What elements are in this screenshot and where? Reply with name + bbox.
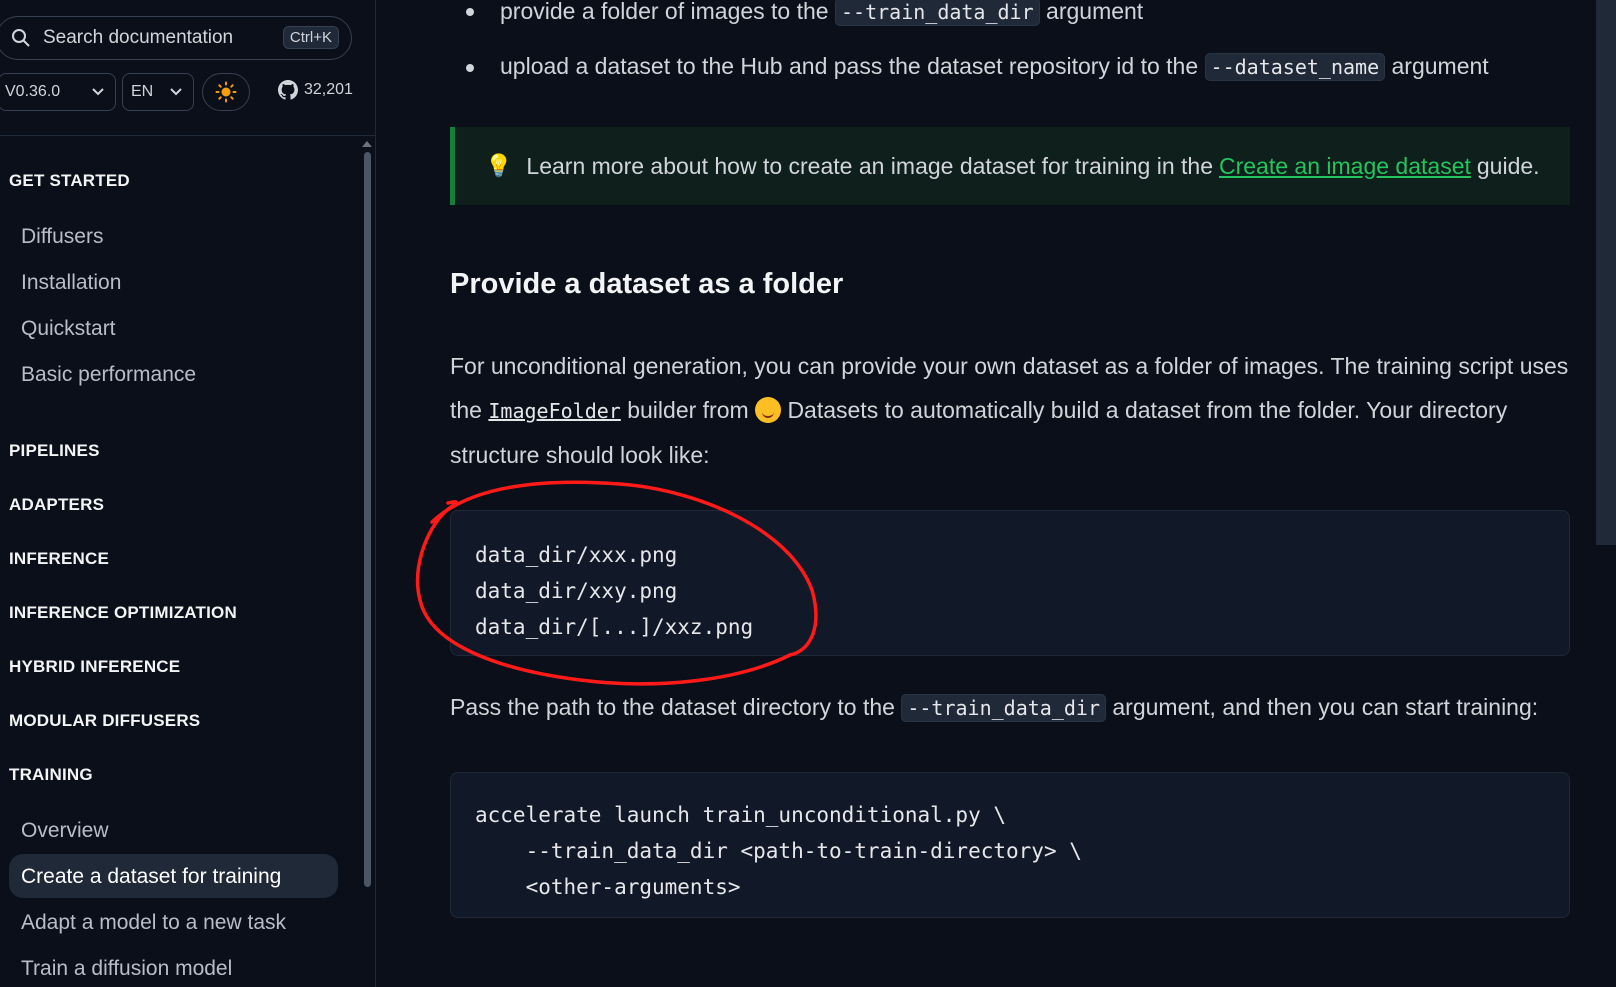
tip-callout: 💡 Learn more about how to create an imag… bbox=[450, 127, 1570, 205]
sidebar-item-basic-performance[interactable]: Basic performance bbox=[21, 363, 196, 387]
tip-text: Learn more about how to create an image … bbox=[526, 152, 1213, 179]
inline-code: --dataset_name bbox=[1204, 53, 1386, 81]
sidebar-item-create-dataset[interactable]: Create a dataset for training bbox=[21, 865, 281, 889]
code-line: data_dir/[...]/xxz.png bbox=[475, 615, 754, 639]
paragraph-intro: For unconditional generation, you can pr… bbox=[450, 344, 1570, 477]
code-line: <other-arguments> bbox=[475, 875, 741, 899]
sidebar-item-adapt-model[interactable]: Adapt a model to a new task bbox=[21, 911, 286, 935]
section-get-started[interactable]: GET STARTED bbox=[9, 171, 130, 191]
section-hybrid-inference[interactable]: HYBRID INFERENCE bbox=[9, 657, 180, 677]
bullet-item-2: upload a dataset to the Hub and pass the… bbox=[500, 53, 1489, 81]
sidebar: Search documentation Ctrl+K V0.36.0 EN 3… bbox=[0, 0, 376, 987]
inline-code: --train_data_dir bbox=[834, 0, 1040, 26]
section-training[interactable]: TRAINING bbox=[9, 765, 93, 785]
bullet-item-1: provide a folder of images to the --trai… bbox=[500, 0, 1144, 26]
sidebar-item-overview[interactable]: Overview bbox=[21, 819, 109, 843]
create-image-dataset-link[interactable]: Create an image dataset bbox=[1219, 153, 1471, 180]
search-placeholder: Search documentation bbox=[43, 27, 234, 48]
tip-suffix: guide. bbox=[1476, 152, 1540, 179]
github-icon bbox=[278, 80, 298, 100]
sidebar-item-diffusers[interactable]: Diffusers bbox=[21, 225, 103, 249]
chevron-down-icon bbox=[170, 88, 182, 96]
paragraph-pass-path: Pass the path to the dataset directory t… bbox=[450, 694, 1539, 722]
version-select[interactable]: V0.36.0 bbox=[0, 73, 116, 111]
section-adapters[interactable]: ADAPTERS bbox=[9, 495, 104, 515]
code-line: --train_data_dir <path-to-train-director… bbox=[475, 839, 1082, 863]
code-block-directory: data_dir/xxx.png data_dir/xxy.png data_d… bbox=[450, 510, 1570, 656]
section-heading: Provide a dataset as a folder bbox=[450, 268, 844, 300]
language-label: EN bbox=[131, 83, 154, 100]
sidebar-scrollbar[interactable] bbox=[364, 152, 371, 887]
lightbulb-icon: 💡 bbox=[485, 153, 513, 178]
para-text: argument, and then you can start trainin… bbox=[1112, 694, 1539, 720]
bullet-2-suffix: argument bbox=[1391, 53, 1489, 79]
search-icon bbox=[12, 29, 30, 47]
scroll-up-arrow-icon[interactable] bbox=[362, 141, 372, 147]
bullet-dot bbox=[466, 64, 474, 72]
theme-toggle-button[interactable] bbox=[202, 73, 250, 111]
page-scrollbar[interactable] bbox=[1596, 0, 1616, 545]
sidebar-header: Search documentation Ctrl+K V0.36.0 EN 3… bbox=[0, 0, 376, 136]
bullet-dot bbox=[466, 8, 474, 16]
code-line: accelerate launch train_unconditional.py… bbox=[475, 803, 1007, 827]
sidebar-item-quickstart[interactable]: Quickstart bbox=[21, 317, 116, 341]
code-line: data_dir/xxx.png bbox=[475, 543, 678, 567]
github-link[interactable]: 32,201 bbox=[278, 80, 353, 100]
section-modular-diffusers[interactable]: MODULAR DIFFUSERS bbox=[9, 711, 200, 731]
github-stars-count: 32,201 bbox=[304, 81, 353, 98]
section-inference[interactable]: INFERENCE bbox=[9, 549, 109, 569]
code-line: data_dir/xxy.png bbox=[475, 579, 678, 603]
sidebar-item-installation[interactable]: Installation bbox=[21, 271, 121, 295]
inline-code: --train_data_dir bbox=[901, 694, 1106, 722]
sun-icon bbox=[215, 81, 237, 103]
section-pipelines[interactable]: PIPELINES bbox=[9, 441, 100, 461]
bullet-1-text: provide a folder of images to the bbox=[500, 0, 829, 24]
code-block-command: accelerate launch train_unconditional.py… bbox=[450, 772, 1570, 918]
bullet-2-text: upload a dataset to the Hub and pass the… bbox=[500, 53, 1199, 79]
hugging-face-emoji-icon bbox=[755, 397, 782, 423]
para-text: Pass the path to the dataset directory t… bbox=[450, 694, 895, 720]
search-shortcut-badge: Ctrl+K bbox=[282, 26, 339, 49]
section-inference-optimization[interactable]: INFERENCE OPTIMIZATION bbox=[9, 603, 237, 623]
search-input[interactable]: Search documentation Ctrl+K bbox=[0, 16, 352, 60]
chevron-down-icon bbox=[92, 88, 104, 96]
language-select[interactable]: EN bbox=[122, 73, 194, 111]
sidebar-item-train-diffusion[interactable]: Train a diffusion model bbox=[21, 957, 232, 981]
bullet-1-suffix: argument bbox=[1046, 0, 1144, 24]
imagefolder-link[interactable]: ImageFolder bbox=[488, 399, 620, 423]
para-text: builder from bbox=[627, 397, 749, 423]
version-label: V0.36.0 bbox=[5, 83, 61, 100]
